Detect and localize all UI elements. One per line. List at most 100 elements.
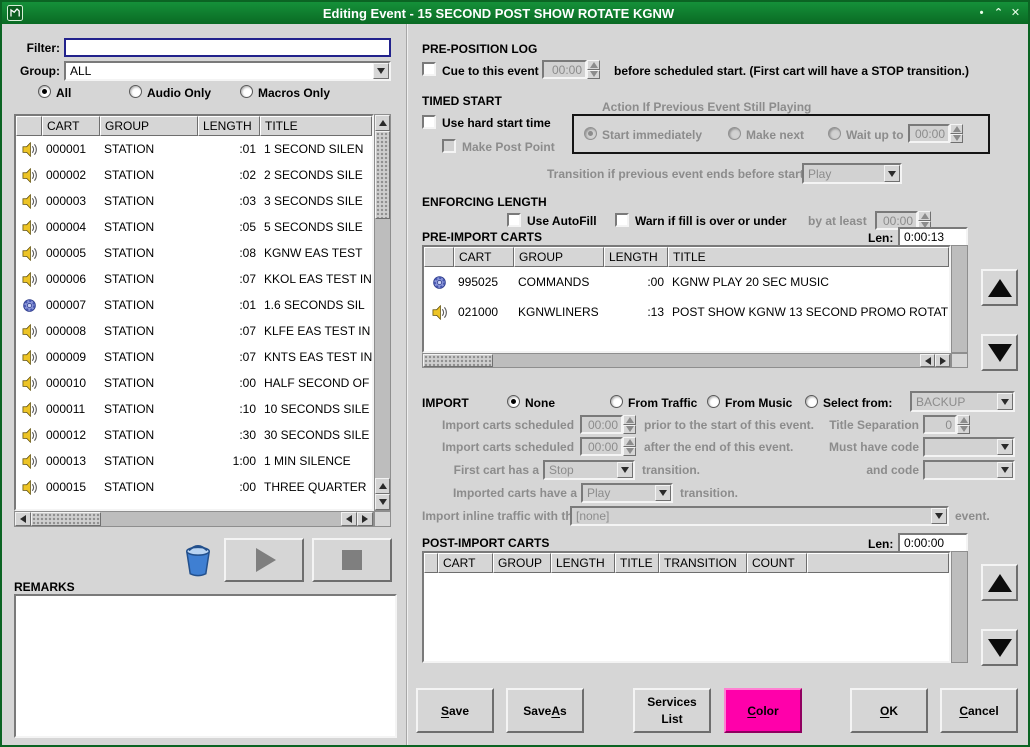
cart-row[interactable]: 995025COMMANDS:00KGNW PLAY 20 SEC MUSIC [424, 267, 949, 297]
filter-input[interactable] [64, 38, 391, 57]
scroll-left-icon[interactable] [15, 512, 31, 526]
radio-macros-only[interactable] [240, 85, 253, 98]
cart-row[interactable]: 000002STATION:022 SECONDS SILE [16, 162, 372, 188]
wait-time-spinbox[interactable]: 00:00 [908, 124, 963, 143]
column-header-group[interactable]: GROUP [100, 116, 198, 136]
save-button[interactable]: Save [416, 688, 494, 733]
cart-row[interactable]: 000003STATION:033 SECONDS SILE [16, 188, 372, 214]
column-header-group[interactable]: GROUP [493, 553, 551, 573]
title-separation-spinbox[interactable]: 0 [923, 415, 970, 434]
library-vertical-scrollbar[interactable] [374, 114, 391, 511]
spin-up-icon[interactable] [623, 437, 636, 447]
pre-import-move-down-button[interactable] [981, 334, 1018, 371]
scrollbar-thumb[interactable] [31, 512, 101, 526]
color-button[interactable]: Color [724, 688, 802, 733]
cart-row[interactable]: 000009STATION:07KNTS EAS TEST IN [16, 344, 372, 370]
scrollbar-thumb[interactable] [375, 131, 390, 219]
spin-down-icon[interactable] [623, 425, 636, 435]
column-header-title[interactable]: TITLE [615, 553, 659, 573]
cart-row[interactable]: 000005STATION:08KGNW EAS TEST [16, 240, 372, 266]
scrollbar-trough[interactable] [952, 246, 967, 352]
hard-start-checkbox[interactable] [422, 115, 436, 129]
chevron-down-icon[interactable] [884, 165, 900, 182]
column-header-length[interactable]: LENGTH [198, 116, 260, 136]
column-header-length[interactable]: LENGTH [551, 553, 615, 573]
radio-import-none[interactable] [507, 395, 520, 408]
first-cart-transition-combo[interactable]: Stop [543, 460, 635, 480]
scrollbar-trough[interactable] [493, 354, 920, 367]
column-header-icon[interactable] [424, 553, 438, 573]
chevron-down-icon[interactable] [997, 462, 1013, 478]
spin-up-icon[interactable] [950, 124, 963, 134]
scrollbar-trough[interactable] [101, 512, 341, 526]
cart-row[interactable]: 000010STATION:00HALF SECOND OF [16, 370, 372, 396]
close-button[interactable]: ✕ [1008, 6, 1023, 21]
radio-select-from[interactable] [805, 395, 818, 408]
make-post-point-checkbox[interactable] [442, 139, 456, 153]
radio-make-next[interactable] [728, 127, 741, 140]
post-import-move-up-button[interactable] [981, 564, 1018, 601]
scrollbar-trough[interactable] [952, 552, 967, 662]
post-import-move-down-button[interactable] [981, 629, 1018, 666]
post-import-vertical-scrollbar[interactable] [951, 551, 968, 663]
radio-wait-up-to[interactable] [828, 127, 841, 140]
chevron-down-icon[interactable] [617, 462, 633, 478]
spin-down-icon[interactable] [587, 70, 600, 80]
cart-row[interactable]: 000006STATION:07KKOL EAS TEST IN [16, 266, 372, 292]
group-select[interactable]: ALL [64, 61, 391, 81]
cart-row[interactable]: 000007STATION:011.6 SECONDS SIL [16, 292, 372, 318]
must-have-code-combo[interactable] [923, 437, 1015, 457]
scrollbar-trough[interactable] [375, 219, 390, 478]
ok-button[interactable]: OK [850, 688, 928, 733]
column-header-count[interactable]: COUNT [747, 553, 807, 573]
play-button[interactable] [224, 538, 304, 582]
cart-row[interactable]: 000001STATION:011 SECOND SILEN [16, 136, 372, 162]
column-header-icon[interactable] [16, 116, 42, 136]
imported-carts-transition-combo[interactable]: Play [581, 483, 673, 503]
chevron-down-icon[interactable] [997, 393, 1013, 410]
column-header-cart[interactable]: CART [454, 247, 514, 267]
stop-button[interactable] [312, 538, 392, 582]
radio-start-immediately[interactable] [584, 127, 597, 140]
scrollbar-thumb[interactable] [423, 354, 493, 367]
clear-button[interactable] [178, 542, 218, 582]
chevron-down-icon[interactable] [655, 485, 671, 501]
library-horizontal-scrollbar[interactable] [14, 511, 374, 527]
pre-import-horizontal-scrollbar[interactable] [422, 353, 951, 368]
cart-row[interactable]: 000004STATION:055 SECONDS SILE [16, 214, 372, 240]
and-code-combo[interactable] [923, 460, 1015, 480]
sticky-button[interactable]: • [974, 6, 989, 21]
radio-from-traffic[interactable] [610, 395, 623, 408]
scroll-down-icon[interactable] [375, 494, 390, 510]
warn-fill-checkbox[interactable] [615, 213, 629, 227]
cart-row[interactable]: 021000KGNWLINERS:13POST SHOW KGNW 13 SEC… [424, 297, 949, 327]
remarks-textarea[interactable] [14, 594, 397, 738]
radio-audio-only[interactable] [129, 85, 142, 98]
column-header-title[interactable]: TITLE [668, 247, 949, 267]
scroll-up-icon[interactable] [375, 115, 390, 131]
sched-prior-spinbox[interactable]: 00:00 [580, 415, 636, 434]
sched-after-spinbox[interactable]: 00:00 [580, 437, 636, 456]
cart-row[interactable]: 000013STATION1:001 MIN SILENCE [16, 448, 372, 474]
column-header-length[interactable]: LENGTH [604, 247, 668, 267]
inline-traffic-combo[interactable]: [none] [570, 506, 949, 526]
column-header-cart[interactable]: CART [42, 116, 100, 136]
spin-up-icon[interactable] [957, 415, 970, 425]
column-header-title[interactable]: TITLE [260, 116, 372, 136]
scroll-left-icon[interactable] [920, 354, 935, 367]
column-header-icon[interactable] [424, 247, 454, 267]
scroll-left-icon[interactable] [341, 512, 357, 526]
column-header-transition[interactable]: TRANSITION [659, 553, 747, 573]
pre-import-move-up-button[interactable] [981, 269, 1018, 306]
column-header-cart[interactable]: CART [438, 553, 493, 573]
scroll-up-icon[interactable] [375, 478, 390, 494]
column-header-group[interactable]: GROUP [514, 247, 604, 267]
spin-down-icon[interactable] [950, 134, 963, 144]
cue-time-spinbox[interactable]: 00:00 [542, 60, 600, 79]
spin-down-icon[interactable] [623, 447, 636, 457]
cart-row[interactable]: 000015STATION:00THREE QUARTER [16, 474, 372, 500]
cue-to-event-checkbox[interactable] [422, 62, 436, 76]
use-autofill-checkbox[interactable] [507, 213, 521, 227]
radio-all[interactable] [38, 85, 51, 98]
radio-from-music[interactable] [707, 395, 720, 408]
